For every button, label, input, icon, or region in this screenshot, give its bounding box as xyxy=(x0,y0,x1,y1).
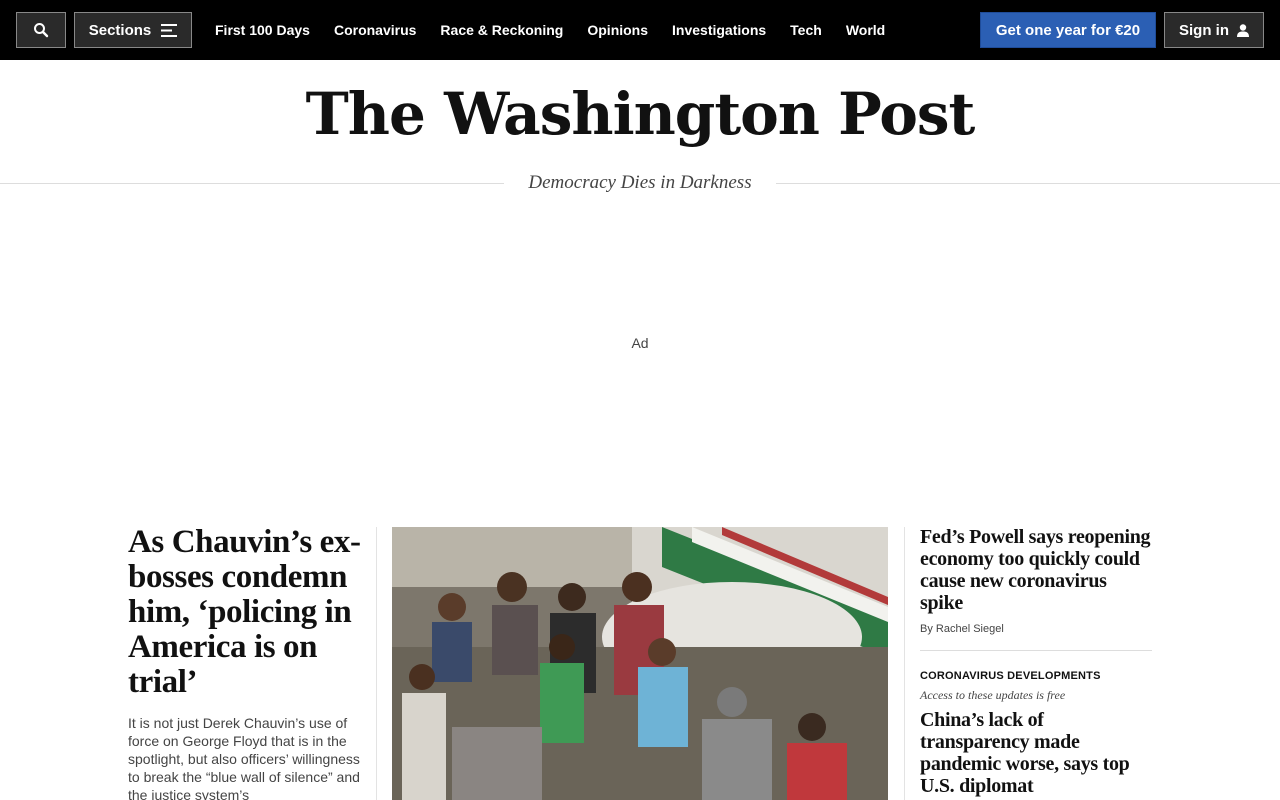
lead-headline[interactable]: As Chauvin’s ex-bosses condemn him, ‘pol… xyxy=(128,525,363,700)
column-divider xyxy=(376,527,377,800)
column-divider xyxy=(904,527,905,800)
story-byline[interactable]: By Rachel Siegel xyxy=(920,623,1152,635)
site-logo[interactable]: The Washington Post xyxy=(0,80,1280,148)
nav-link-investigations[interactable]: Investigations xyxy=(660,22,778,38)
sections-button[interactable]: Sections xyxy=(74,12,192,48)
masthead: The Washington Post Democracy Dies in Da… xyxy=(0,60,1280,210)
ad-label: Ad xyxy=(631,335,649,351)
search-button[interactable] xyxy=(16,12,66,48)
nav-links: First 100 Days Coronavirus Race & Reckon… xyxy=(203,0,897,60)
story-headline[interactable]: Fed’s Powell says reopening economy too … xyxy=(920,526,1152,614)
story-headline[interactable]: China’s lack of transparency made pandem… xyxy=(920,709,1152,797)
sign-in-button[interactable]: Sign in xyxy=(1164,12,1264,48)
nav-link-world[interactable]: World xyxy=(834,22,897,38)
user-icon xyxy=(1237,23,1249,37)
nav-link-race-reckoning[interactable]: Race & Reckoning xyxy=(428,22,575,38)
lead-photo[interactable] xyxy=(392,527,888,800)
nav-link-tech[interactable]: Tech xyxy=(778,22,834,38)
search-icon xyxy=(34,23,49,38)
sections-label: Sections xyxy=(88,21,152,39)
free-access-note: Access to these updates is free xyxy=(920,688,1066,702)
story-kicker[interactable]: CORONAVIRUS DEVELOPMENTS xyxy=(920,670,1152,682)
top-nav-bar: Sections First 100 Days Coronavirus Race… xyxy=(0,0,1280,60)
subscribe-button[interactable]: Get one year for €20 xyxy=(980,12,1156,48)
sign-in-label: Sign in xyxy=(1179,21,1229,39)
tagline: Democracy Dies in Darkness xyxy=(504,170,776,196)
lead-story: As Chauvin’s ex-bosses condemn him, ‘pol… xyxy=(128,525,363,800)
story-divider xyxy=(920,650,1152,651)
nav-link-first-100-days[interactable]: First 100 Days xyxy=(203,22,322,38)
nav-link-opinions[interactable]: Opinions xyxy=(575,22,660,38)
lead-blurb: It is not just Derek Chauvin’s use of fo… xyxy=(128,715,360,800)
menu-icon xyxy=(161,23,178,37)
nav-link-coronavirus[interactable]: Coronavirus xyxy=(322,22,428,38)
right-stories: Fed’s Powell says reopening economy too … xyxy=(920,526,1152,797)
photo-image xyxy=(392,527,888,800)
